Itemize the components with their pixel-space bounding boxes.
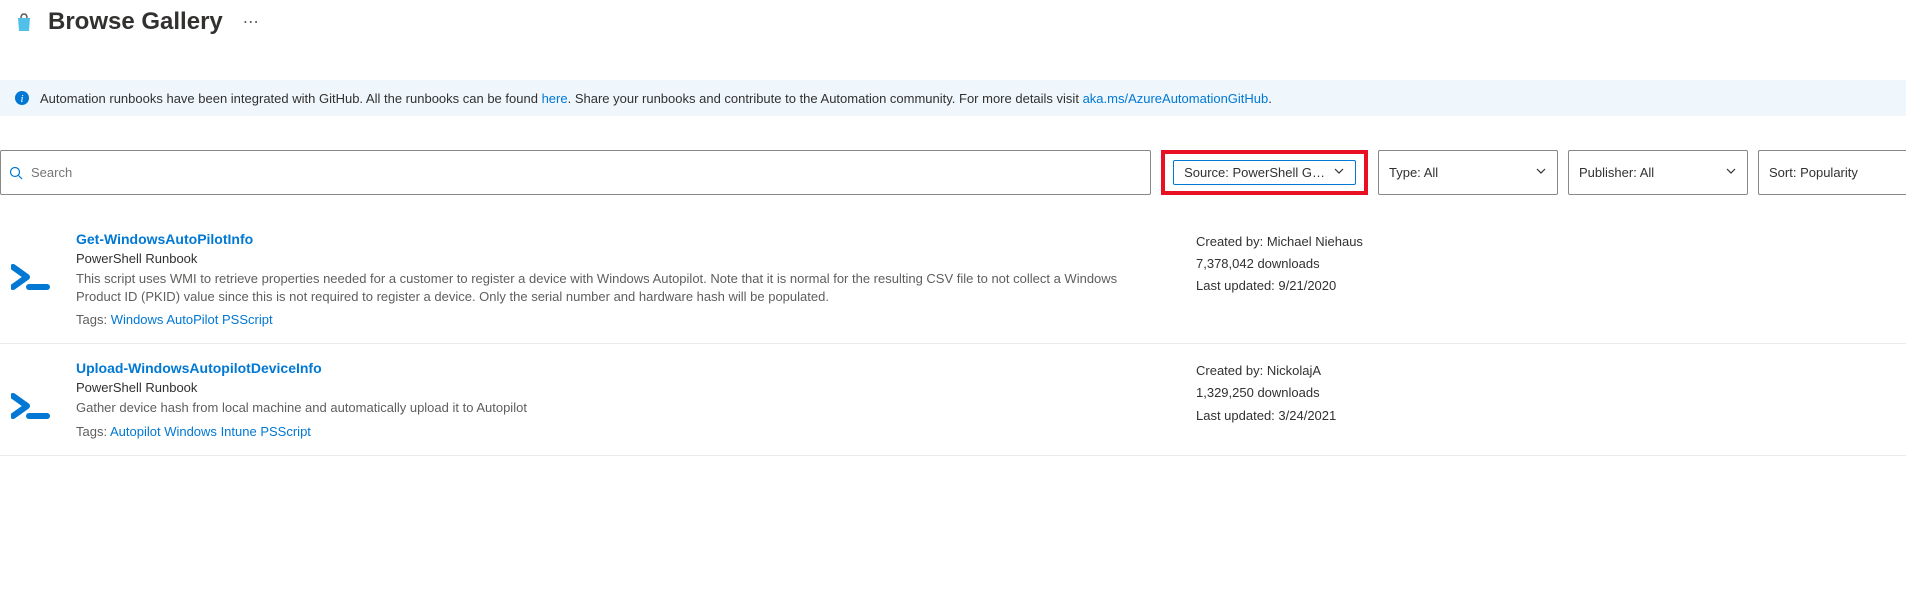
result-title-link[interactable]: Get-WindowsAutoPilotInfo [76,231,1156,247]
tag-link[interactable]: PSScript [222,312,273,327]
info-banner: i Automation runbooks have been integrat… [0,80,1906,116]
result-description: Gather device hash from local machine an… [76,399,1156,417]
tag-link[interactable]: PSScript [260,424,311,439]
powershell-icon [8,360,56,438]
result-tags: Tags: Autopilot Windows Intune PSScript [76,424,1156,439]
result-item: Get-WindowsAutoPilotInfo PowerShell Runb… [0,215,1906,344]
chevron-down-icon [1535,165,1547,180]
source-highlight: Source: PowerShell G… [1161,150,1368,195]
banner-docs-link[interactable]: aka.ms/AzureAutomationGitHub [1083,91,1269,106]
result-title-link[interactable]: Upload-WindowsAutopilotDeviceInfo [76,360,1156,376]
tag-link[interactable]: Intune [221,424,257,439]
result-tags: Tags: Windows AutoPilot PSScript [76,312,1156,327]
svg-text:i: i [20,93,23,105]
type-dropdown[interactable]: Type: All [1378,150,1558,195]
result-subtitle: PowerShell Runbook [76,251,1156,266]
sort-dropdown[interactable]: Sort: Popularity [1758,150,1906,195]
result-meta: Created by: Michael Niehaus 7,378,042 do… [1196,231,1416,327]
tag-link[interactable]: Autopilot [110,424,161,439]
chevron-down-icon [1725,165,1737,180]
page-title: Browse Gallery [48,8,223,36]
filter-bar: Source: PowerShell G… Type: All Publishe… [0,140,1906,205]
result-item: Upload-WindowsAutopilotDeviceInfo PowerS… [0,344,1906,455]
search-box[interactable] [0,150,1151,195]
tag-link[interactable]: Windows [111,312,164,327]
publisher-dropdown[interactable]: Publisher: All [1568,150,1748,195]
tag-link[interactable]: Windows [164,424,217,439]
info-icon: i [14,90,30,106]
banner-here-link[interactable]: here [542,91,568,106]
chevron-down-icon [1333,165,1345,180]
result-meta: Created by: NickolajA 1,329,250 download… [1196,360,1416,438]
tag-link[interactable]: AutoPilot [166,312,218,327]
more-menu-button[interactable]: ⋯ [235,8,267,36]
search-input[interactable] [31,165,1142,180]
banner-text: Automation runbooks have been integrated… [40,91,1272,106]
result-description: This script uses WMI to retrieve propert… [76,270,1156,306]
search-icon [9,166,23,180]
source-dropdown[interactable]: Source: PowerShell G… [1173,160,1356,185]
results-list: Get-WindowsAutoPilotInfo PowerShell Runb… [0,215,1906,456]
page-header: Browse Gallery ⋯ [0,0,1906,44]
powershell-icon [8,231,56,327]
result-subtitle: PowerShell Runbook [76,380,1156,395]
shopping-bag-icon [12,10,36,34]
